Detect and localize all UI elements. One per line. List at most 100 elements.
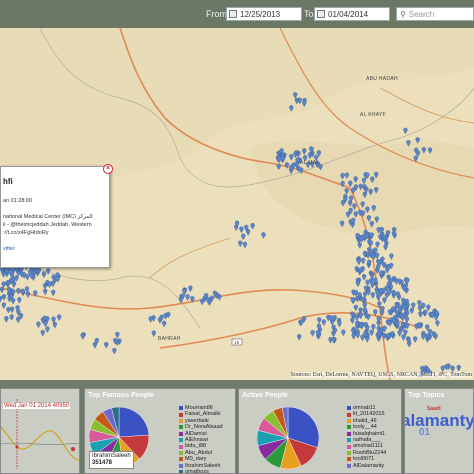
map-marker-icon[interactable]	[361, 274, 367, 281]
map-marker-icon[interactable]	[57, 314, 62, 321]
pie-slice[interactable]	[118, 407, 149, 438]
map-marker-icon[interactable]	[405, 322, 410, 330]
map-marker-icon[interactable]	[1, 302, 6, 309]
map-marker-icon[interactable]	[45, 326, 50, 333]
map-marker-icon[interactable]	[6, 306, 11, 314]
map-marker-icon[interactable]	[4, 316, 9, 323]
map-marker-icon[interactable]	[43, 288, 48, 296]
topic-word[interactable]: 01	[419, 427, 430, 438]
map-marker-icon[interactable]	[403, 127, 408, 135]
map-marker-icon[interactable]	[151, 330, 156, 337]
map-marker-icon[interactable]	[418, 311, 423, 318]
map-marker-icon[interactable]	[9, 314, 14, 321]
map-marker-icon[interactable]	[188, 285, 193, 293]
from-date-input[interactable]: 12/25/2013	[226, 7, 302, 21]
map-marker-icon[interactable]	[361, 257, 366, 265]
map-marker-icon[interactable]	[370, 292, 375, 299]
map-marker-icon[interactable]	[371, 324, 376, 331]
map-marker-icon[interactable]	[115, 331, 120, 339]
map-marker-icon[interactable]	[440, 365, 445, 373]
map-marker-icon[interactable]	[16, 288, 21, 295]
map-marker-icon[interactable]	[401, 334, 406, 341]
map-marker-icon[interactable]	[375, 252, 380, 260]
map-marker-icon[interactable]	[1, 281, 6, 288]
map-marker-icon[interactable]	[16, 316, 21, 324]
map-marker-icon[interactable]	[356, 258, 361, 266]
map-marker-icon[interactable]	[400, 314, 405, 322]
map-marker-icon[interactable]	[25, 291, 31, 298]
map-marker-icon[interactable]	[104, 342, 109, 349]
legend-item[interactable]: AlDalamanty	[347, 463, 386, 469]
map-marker-icon[interactable]	[242, 241, 248, 249]
map-marker-icon[interactable]	[261, 232, 266, 239]
map-marker-icon[interactable]	[353, 290, 359, 297]
map-marker-icon[interactable]	[317, 317, 322, 324]
calendar-icon[interactable]	[229, 10, 237, 18]
map-marker-icon[interactable]	[241, 233, 246, 241]
map-marker-icon[interactable]	[148, 316, 153, 323]
map-marker-icon[interactable]	[385, 266, 390, 274]
map-marker-icon[interactable]	[43, 320, 48, 328]
map-marker-icon[interactable]	[157, 317, 163, 324]
map-marker-icon[interactable]	[382, 297, 387, 304]
map-marker-icon[interactable]	[358, 312, 363, 320]
map-marker-icon[interactable]	[413, 336, 418, 343]
map-marker-icon[interactable]	[10, 297, 16, 305]
close-icon[interactable]: ×	[103, 164, 113, 174]
topic-word[interactable]: alamanty	[405, 411, 473, 431]
map-marker-icon[interactable]	[0, 296, 3, 303]
map-marker-icon[interactable]	[444, 364, 449, 371]
map-marker-icon[interactable]	[365, 279, 370, 287]
active-people-pie[interactable]	[257, 407, 319, 469]
map-marker-icon[interactable]	[25, 273, 30, 281]
map-marker-icon[interactable]	[1, 294, 7, 301]
map-view[interactable]: ABU HADAH AL KHAYF BAHRAH AL MAL 15 Sour…	[0, 28, 474, 380]
popup-twitter-link[interactable]: vitter	[3, 246, 15, 252]
map-marker-icon[interactable]	[359, 323, 364, 330]
legend-item[interactable]: omathoss	[179, 469, 223, 473]
map-marker-icon[interactable]	[353, 304, 358, 312]
map-marker-icon[interactable]	[185, 294, 190, 301]
map-marker-icon[interactable]	[36, 321, 41, 329]
map-marker-icon[interactable]	[161, 320, 167, 328]
map-marker-icon[interactable]	[417, 300, 422, 307]
map-marker-icon[interactable]	[310, 330, 315, 337]
map-marker-icon[interactable]	[178, 297, 184, 304]
map-marker-icon[interactable]	[417, 305, 423, 313]
map-marker-icon[interactable]	[17, 297, 22, 304]
map-marker-icon[interactable]	[360, 334, 365, 342]
map-marker-icon[interactable]	[373, 309, 378, 316]
map-marker-icon[interactable]	[407, 341, 412, 348]
map-marker-icon[interactable]	[456, 364, 461, 372]
map-marker-icon[interactable]	[421, 333, 426, 341]
map-marker-icon[interactable]	[365, 336, 370, 343]
map-marker-icon[interactable]	[375, 241, 380, 249]
map-marker-icon[interactable]	[239, 226, 244, 234]
map-marker-icon[interactable]	[92, 342, 98, 349]
map-marker-icon[interactable]	[359, 236, 364, 243]
map-marker-icon[interactable]	[370, 281, 375, 289]
map-marker-icon[interactable]	[341, 329, 346, 337]
map-marker-icon[interactable]	[397, 330, 402, 337]
map-marker-icon[interactable]	[389, 253, 394, 260]
map-marker-icon[interactable]	[321, 319, 326, 326]
map-marker-icon[interactable]	[355, 332, 360, 339]
map-marker-icon[interactable]	[112, 347, 117, 355]
map-marker-icon[interactable]	[337, 320, 342, 328]
map-marker-icon[interactable]	[0, 286, 5, 294]
map-marker-icon[interactable]	[238, 240, 243, 248]
map-marker-icon[interactable]	[404, 316, 410, 324]
map-marker-icon[interactable]	[351, 333, 356, 340]
map-marker-icon[interactable]	[47, 281, 52, 289]
map-marker-icon[interactable]	[46, 268, 51, 275]
map-marker-icon[interactable]	[389, 262, 394, 270]
map-marker-icon[interactable]	[435, 320, 440, 327]
map-marker-icon[interactable]	[80, 333, 85, 340]
map-marker-icon[interactable]	[9, 306, 15, 314]
map-marker-icon[interactable]	[200, 298, 205, 306]
map-marker-icon[interactable]	[51, 289, 56, 297]
map-marker-icon[interactable]	[40, 330, 45, 337]
map-marker-icon[interactable]	[387, 320, 393, 327]
to-date-input[interactable]: 01/04/2014	[314, 7, 390, 21]
map-marker-icon[interactable]	[426, 304, 431, 312]
